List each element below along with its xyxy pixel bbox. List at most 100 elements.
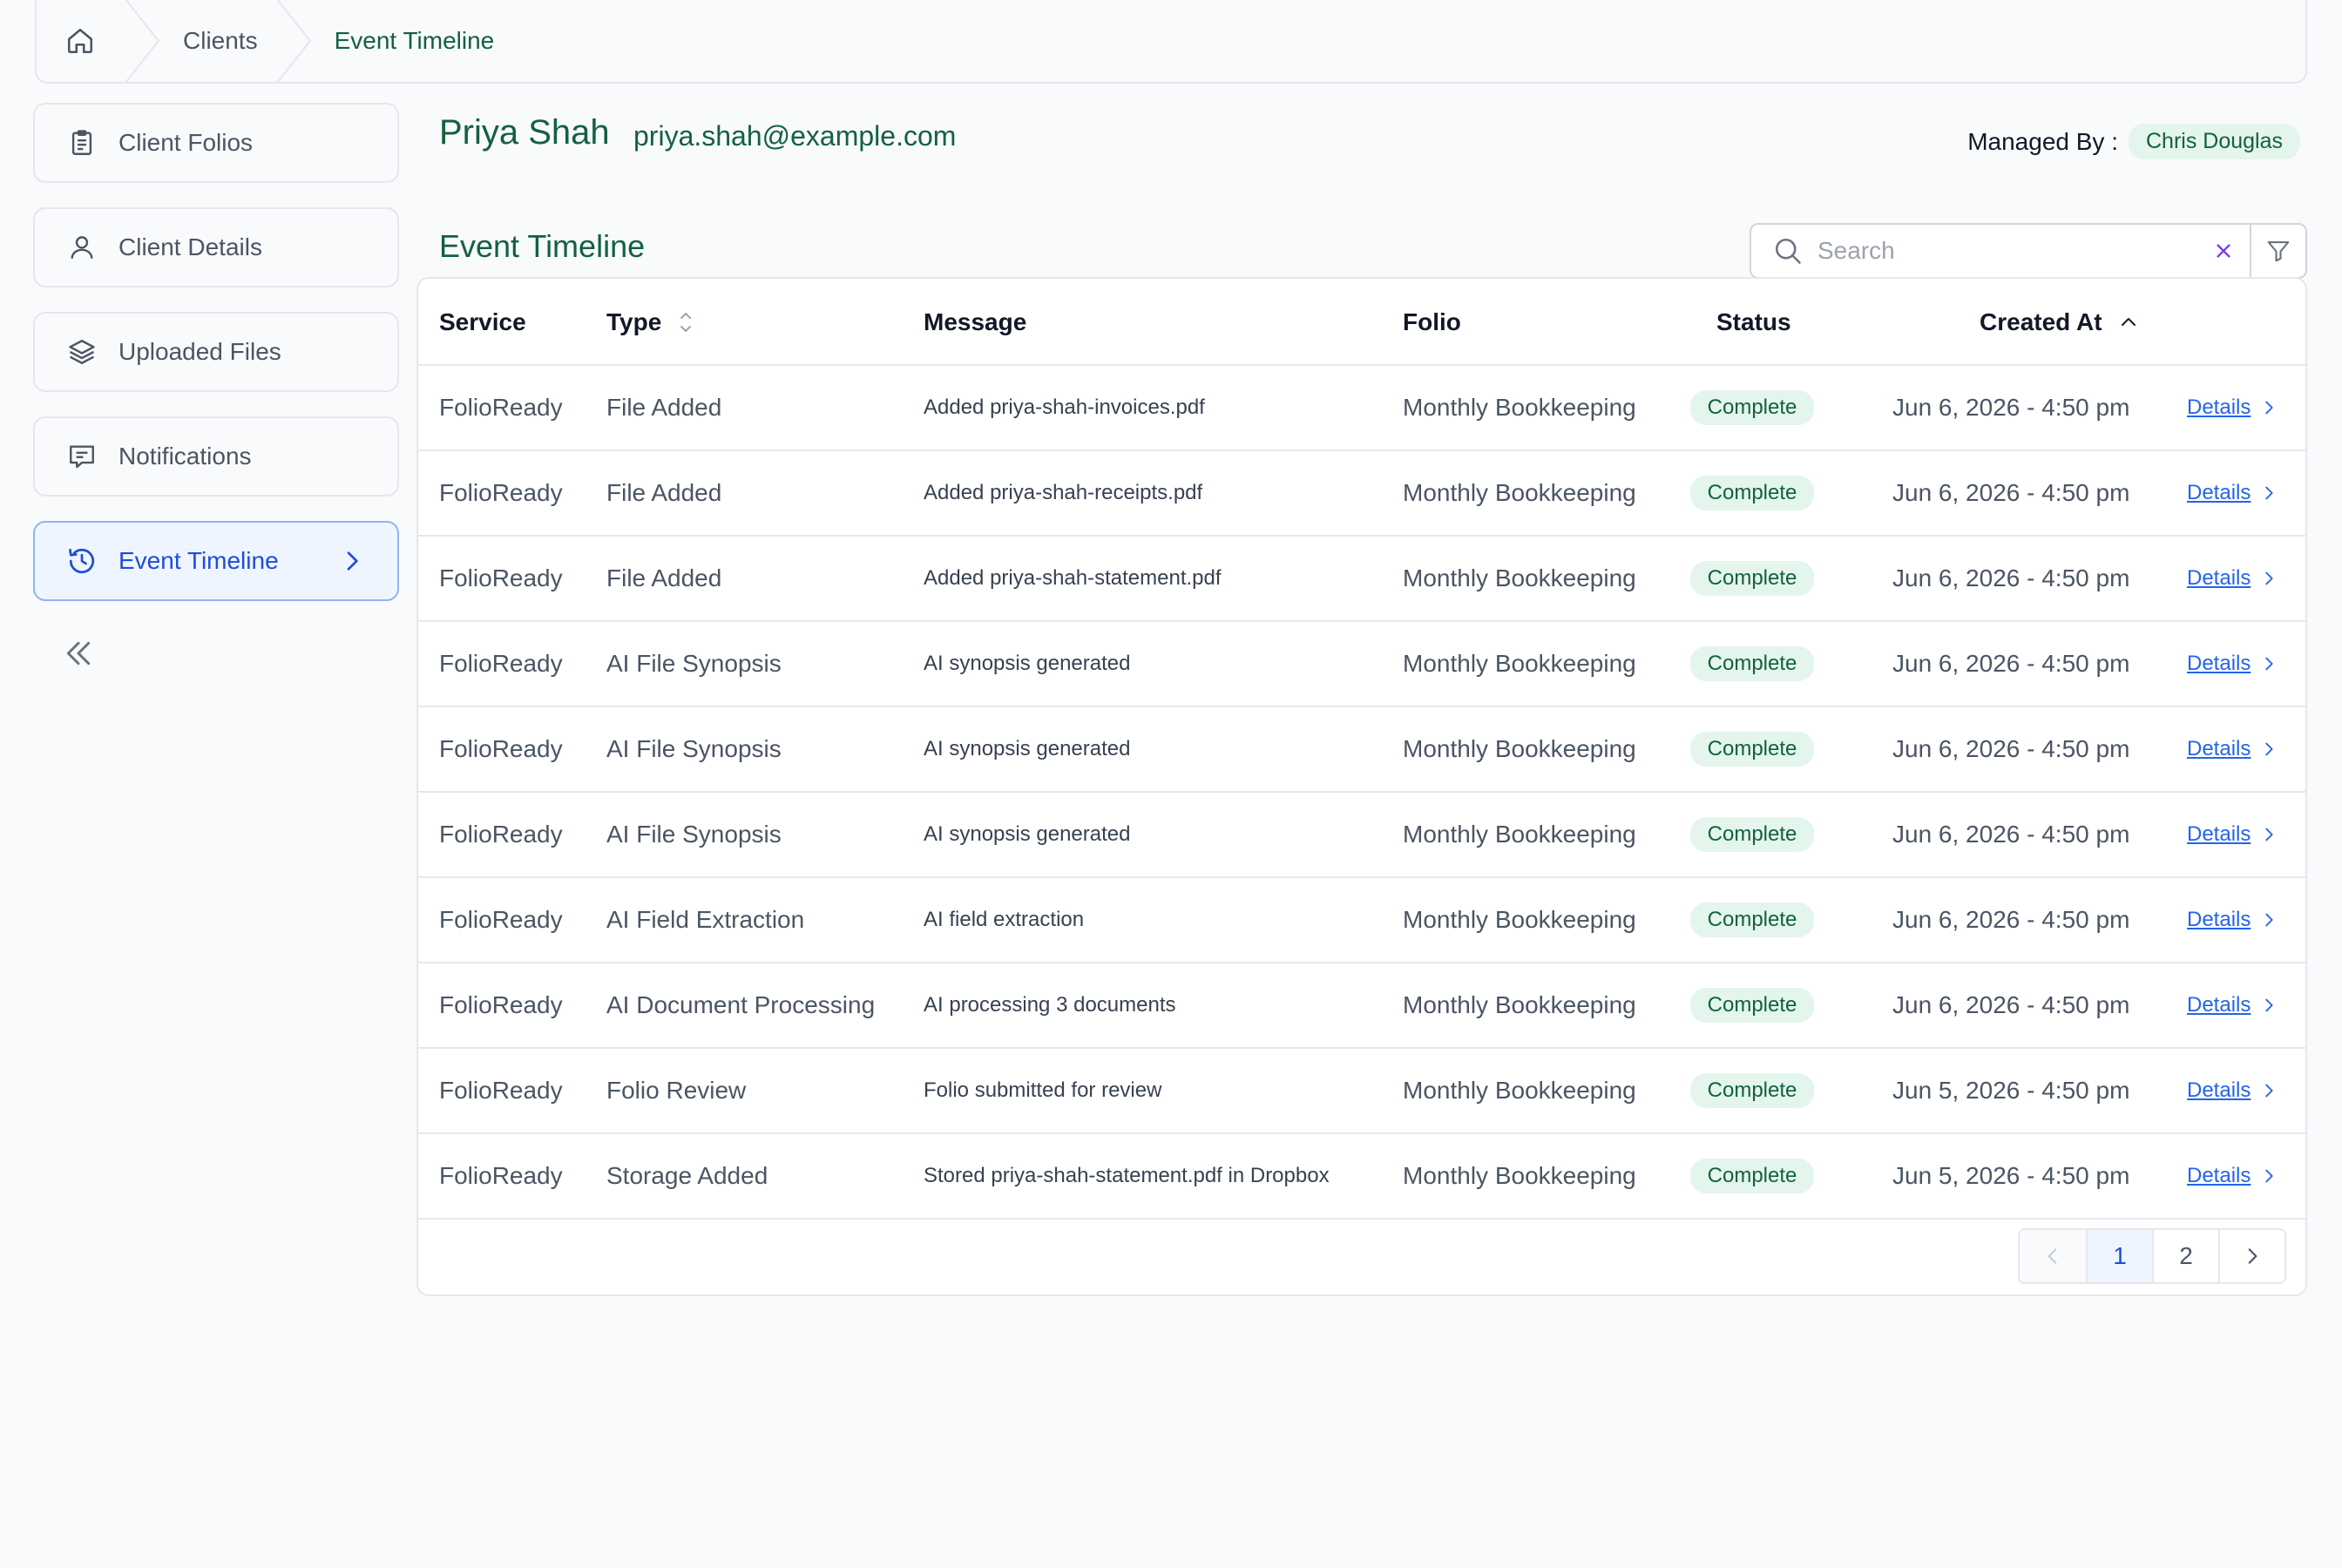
cell-service: FolioReady bbox=[439, 991, 563, 1018]
cell-service: FolioReady bbox=[439, 650, 563, 677]
status-badge: Complete bbox=[1689, 390, 1815, 425]
details-link[interactable]: Details bbox=[2187, 537, 2278, 620]
status-badge: Complete bbox=[1689, 476, 1815, 510]
cell-type: File Added bbox=[606, 394, 722, 421]
details-link[interactable]: Details bbox=[2187, 366, 2278, 449]
cell-message: Added priya-shah-statement.pdf bbox=[924, 566, 1222, 590]
details-link[interactable]: Details bbox=[2187, 963, 2278, 1047]
filter-button[interactable] bbox=[2251, 225, 2305, 277]
cell-type: AI Field Extraction bbox=[606, 906, 805, 933]
details-link-label: Details bbox=[2187, 566, 2251, 590]
cell-folio: Monthly Bookkeeping bbox=[1403, 564, 1636, 591]
cell-folio: Monthly Bookkeeping bbox=[1403, 1162, 1636, 1189]
status-badge: Complete bbox=[1689, 646, 1815, 681]
breadcrumb-separator bbox=[125, 0, 160, 82]
breadcrumb-separator bbox=[276, 0, 311, 82]
sidebar-item-uploaded-files[interactable]: Uploaded Files bbox=[33, 312, 399, 392]
chevron-right-icon bbox=[2265, 998, 2273, 1012]
status-badge: Complete bbox=[1689, 817, 1815, 852]
cell-message: Folio submitted for review bbox=[924, 1078, 1162, 1102]
chevron-right-icon bbox=[2265, 1169, 2273, 1183]
cell-type: AI File Synopsis bbox=[606, 650, 782, 677]
sidebar-item-client-folios[interactable]: Client Folios bbox=[33, 103, 399, 183]
chevron-left-icon bbox=[2048, 1248, 2057, 1264]
cell-message: AI synopsis generated bbox=[924, 822, 1131, 846]
cell-type: File Added bbox=[606, 479, 722, 506]
chevron-right-icon bbox=[2265, 486, 2273, 500]
clear-search-button[interactable] bbox=[2206, 233, 2241, 268]
cell-folio: Monthly Bookkeeping bbox=[1403, 735, 1636, 762]
chevron-right-icon bbox=[2265, 571, 2273, 585]
prev-page-button[interactable] bbox=[2020, 1230, 2086, 1282]
column-created-at-label: Created At bbox=[1980, 308, 2102, 335]
cell-created-at: Jun 6, 2026 - 4:50 pm bbox=[1892, 564, 2130, 591]
sidebar-item-label: Notifications bbox=[118, 443, 252, 470]
cell-message: Stored priya-shah-statement.pdf in Dropb… bbox=[924, 1164, 1330, 1187]
breadcrumb-clients[interactable]: Clients bbox=[162, 0, 275, 82]
details-link-label: Details bbox=[2187, 652, 2251, 675]
sidebar-item-notifications[interactable]: Notifications bbox=[33, 416, 399, 497]
details-link[interactable]: Details bbox=[2187, 622, 2278, 706]
cell-folio: Monthly Bookkeeping bbox=[1403, 991, 1636, 1018]
column-status: Status bbox=[1716, 308, 1791, 335]
status-badge: Complete bbox=[1689, 902, 1815, 937]
details-link-label: Details bbox=[2187, 481, 2251, 504]
cell-message: AI processing 3 documents bbox=[924, 993, 1176, 1017]
pagination: 1 2 bbox=[2018, 1228, 2286, 1284]
cell-created-at: Jun 6, 2026 - 4:50 pm bbox=[1892, 394, 2130, 421]
search-input[interactable] bbox=[1817, 237, 2206, 265]
chevron-right-icon bbox=[2248, 1248, 2257, 1264]
user-icon bbox=[64, 230, 99, 265]
cell-status: Complete bbox=[1687, 366, 1817, 449]
details-link-label: Details bbox=[2187, 908, 2251, 931]
details-link[interactable]: Details bbox=[2187, 707, 2278, 791]
cell-service: FolioReady bbox=[439, 906, 563, 933]
table-row: FolioReady File Added Added priya-shah-rec… bbox=[418, 451, 2305, 537]
details-link[interactable]: Details bbox=[2187, 451, 2278, 535]
table-row: FolioReady File Added Added priya-shah-sta… bbox=[418, 537, 2305, 622]
breadcrumb-home[interactable] bbox=[37, 0, 124, 82]
cell-service: FolioReady bbox=[439, 1077, 563, 1104]
cell-created-at: Jun 6, 2026 - 4:50 pm bbox=[1892, 991, 2130, 1018]
event-table: Service Type Message Folio Status Create… bbox=[416, 277, 2307, 1296]
table-row: FolioReady AI File Synopsis AI synopsis ge… bbox=[418, 707, 2305, 793]
breadcrumb-current: Event Timeline bbox=[334, 27, 495, 54]
details-link[interactable]: Details bbox=[2187, 1049, 2278, 1132]
cell-status: Complete bbox=[1687, 537, 1817, 620]
next-page-button[interactable] bbox=[2218, 1230, 2284, 1282]
search-icon bbox=[1772, 235, 1804, 267]
details-link[interactable]: Details bbox=[2187, 878, 2278, 962]
page-button-1[interactable]: 1 bbox=[2086, 1230, 2152, 1282]
search-box bbox=[1750, 223, 2307, 279]
column-type[interactable]: Type bbox=[606, 308, 694, 336]
status-badge: Complete bbox=[1689, 732, 1815, 767]
cell-created-at: Jun 6, 2026 - 4:50 pm bbox=[1892, 650, 2130, 677]
layers-icon bbox=[64, 335, 99, 369]
chevron-right-icon bbox=[2265, 657, 2273, 671]
cell-service: FolioReady bbox=[439, 394, 563, 421]
section-title: Event Timeline bbox=[439, 228, 646, 264]
cell-type: Storage Added bbox=[606, 1162, 768, 1189]
column-created-at[interactable]: Created At bbox=[1980, 308, 2139, 336]
details-link[interactable]: Details bbox=[2187, 793, 2278, 876]
cell-service: FolioReady bbox=[439, 479, 563, 506]
sidebar-item-event-timeline[interactable]: Event Timeline bbox=[33, 521, 399, 601]
chevron-right-icon bbox=[2265, 1084, 2273, 1098]
cell-created-at: Jun 6, 2026 - 4:50 pm bbox=[1892, 821, 2130, 848]
cell-status: Complete bbox=[1687, 707, 1817, 791]
cell-folio: Monthly Bookkeeping bbox=[1403, 650, 1636, 677]
cell-folio: Monthly Bookkeeping bbox=[1403, 479, 1636, 506]
sidebar-item-label: Event Timeline bbox=[118, 547, 279, 574]
collapse-sidebar-button[interactable] bbox=[61, 636, 96, 671]
column-folio: Folio bbox=[1403, 308, 1461, 335]
cell-service: FolioReady bbox=[439, 564, 563, 591]
cell-status: Complete bbox=[1687, 451, 1817, 535]
cell-folio: Monthly Bookkeeping bbox=[1403, 394, 1636, 421]
cell-type: Folio Review bbox=[606, 1077, 747, 1104]
status-badge: Complete bbox=[1689, 1159, 1815, 1193]
details-link-label: Details bbox=[2187, 993, 2251, 1017]
cell-created-at: Jun 6, 2026 - 4:50 pm bbox=[1892, 735, 2130, 762]
details-link[interactable]: Details bbox=[2187, 1134, 2278, 1218]
page-button-2[interactable]: 2 bbox=[2152, 1230, 2218, 1282]
sidebar-item-client-details[interactable]: Client Details bbox=[33, 207, 399, 287]
